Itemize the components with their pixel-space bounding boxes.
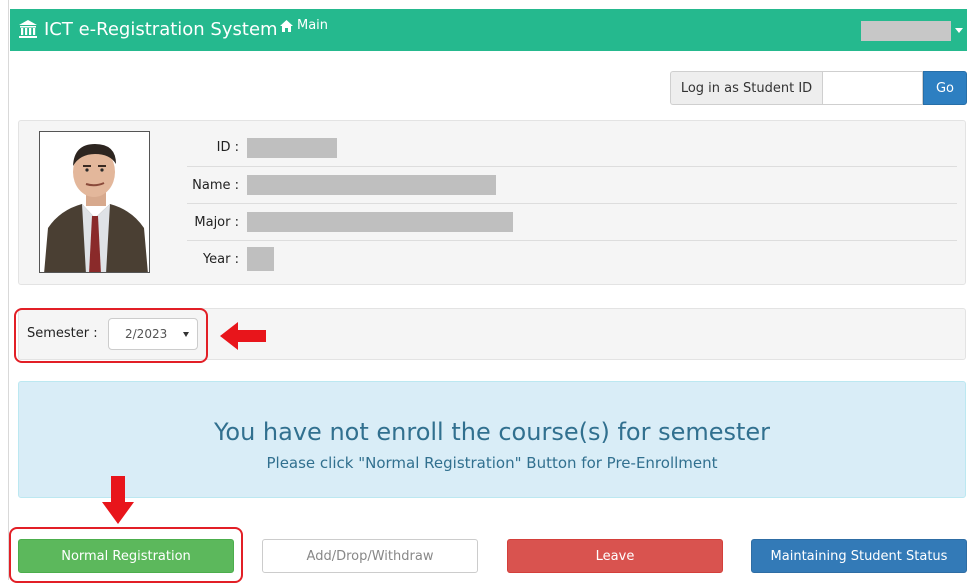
login-as-label: Log in as Student ID — [670, 71, 822, 105]
maintaining-student-status-button[interactable]: Maintaining Student Status — [751, 539, 967, 573]
leave-button[interactable]: Leave — [507, 539, 723, 573]
alert-subtitle: Please click "Normal Registration" Butto… — [266, 454, 718, 472]
name-value-redacted — [247, 175, 496, 195]
major-value-redacted — [247, 212, 513, 232]
arrow-left-icon — [220, 322, 266, 350]
enrollment-alert: You have not enroll the course(s) for se… — [18, 381, 966, 498]
brand-link[interactable]: ICT e-Registration System — [18, 16, 278, 42]
user-name-redacted[interactable] — [861, 21, 951, 41]
normal-registration-button[interactable]: Normal Registration — [18, 539, 234, 573]
university-icon — [19, 20, 37, 38]
page: ICT e-Registration System Main Log in as… — [0, 0, 967, 583]
student-id-input[interactable] — [822, 71, 923, 105]
student-photo-image — [40, 132, 149, 272]
year-value-redacted — [247, 247, 274, 271]
student-info-table: ID : Name : Major : Year : — [187, 129, 957, 277]
info-row-year: Year : — [187, 240, 957, 277]
major-label: Major : — [194, 214, 239, 230]
student-profile-panel: ID : Name : Major : Year : — [18, 120, 966, 285]
add-drop-withdraw-button[interactable]: Add/Drop/Withdraw — [262, 539, 478, 573]
name-label: Name : — [192, 177, 239, 193]
year-label: Year : — [202, 251, 239, 267]
top-navbar: ICT e-Registration System Main — [10, 9, 967, 51]
go-button[interactable]: Go — [923, 71, 967, 105]
frame-border — [8, 0, 9, 580]
nav-main-link[interactable]: Main — [280, 18, 328, 33]
student-photo — [39, 131, 150, 273]
id-label: ID : — [216, 140, 239, 155]
arrow-down-icon — [102, 476, 134, 524]
home-icon — [280, 19, 293, 32]
login-as-student-group: Log in as Student ID Go — [670, 71, 967, 105]
info-row-major: Major : — [187, 203, 957, 240]
id-value-redacted — [247, 137, 337, 158]
caret-down-icon[interactable] — [955, 28, 963, 33]
info-row-id: ID : — [187, 129, 957, 166]
nav-main-label: Main — [297, 18, 329, 33]
info-row-name: Name : — [187, 166, 957, 203]
alert-title: You have not enroll the course(s) for se… — [213, 418, 771, 446]
highlight-box-semester — [14, 308, 208, 363]
brand-title: ICT e-Registration System — [44, 18, 278, 40]
